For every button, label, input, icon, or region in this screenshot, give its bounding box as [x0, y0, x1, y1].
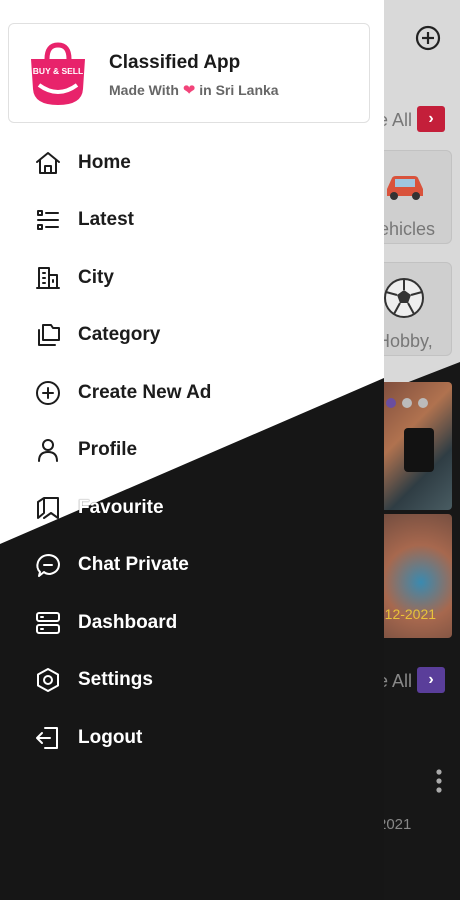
menu-item-label: Dashboard	[78, 612, 178, 633]
menu-item-category[interactable]: Category	[0, 311, 384, 359]
category-card-label: Hobby,	[377, 331, 433, 351]
menu-item-home[interactable]: Home	[0, 139, 384, 187]
menu-item-favourite[interactable]: Favourite	[0, 484, 384, 532]
app-logo: BUY & SELL	[31, 42, 85, 105]
menu-item-dashboard[interactable]: Dashboard	[0, 599, 384, 647]
more-vertical-icon[interactable]	[434, 768, 444, 794]
menu-item-city[interactable]: City	[0, 254, 384, 302]
list-icon	[34, 206, 62, 234]
menu-item-label: Favourite	[78, 497, 164, 518]
tagline-prefix: Made With	[109, 82, 179, 98]
menu-item-settings[interactable]: Settings	[0, 656, 384, 704]
ad-photo-blurred[interactable]: -12-2021	[374, 514, 452, 638]
settings-icon	[34, 666, 62, 694]
menu-item-label: Latest	[78, 209, 134, 230]
add-circle-icon	[34, 379, 62, 407]
app-name: Classified App	[109, 52, 241, 73]
logo-text: BUY & SELL	[33, 66, 83, 76]
drawer-header: BUY & SELL Classified App Made With ❤ in…	[8, 23, 370, 123]
ad-photo-charger[interactable]	[374, 382, 452, 510]
home-icon	[34, 149, 62, 177]
city-icon	[34, 264, 62, 292]
menu-item-chat-private[interactable]: Chat Private	[0, 541, 384, 589]
menu-item-profile[interactable]: Profile	[0, 426, 384, 474]
ad-date: -12-2021	[380, 606, 437, 622]
add-circle-icon[interactable]	[414, 24, 442, 52]
favourite-icon	[34, 494, 62, 522]
tagline-suffix: in Sri Lanka	[199, 82, 279, 98]
heart-icon: ❤	[182, 82, 196, 99]
chevron-right-icon[interactable]: ›	[417, 667, 445, 693]
menu-item-label: Create New Ad	[78, 382, 212, 403]
menu-item-label: Logout	[78, 727, 143, 748]
football-icon	[384, 278, 424, 318]
menu-item-label: Home	[78, 152, 131, 173]
car-icon	[387, 176, 423, 200]
menu-item-logout[interactable]: Logout	[0, 714, 384, 762]
tagline: Made With ❤ in Sri Lanka	[109, 81, 279, 99]
menu-item-create-new-ad[interactable]: Create New Ad	[0, 369, 384, 417]
profile-icon	[34, 436, 62, 464]
menu-item-label: Settings	[78, 669, 153, 690]
menu-item-label: Category	[78, 324, 161, 345]
dashboard-icon	[34, 609, 62, 637]
category-card-label: ehicles	[379, 219, 436, 239]
chat-icon	[34, 551, 62, 579]
menu-item-label: Chat Private	[78, 554, 189, 575]
menu-item-label: Profile	[78, 439, 138, 460]
navigation-drawer: BUY & SELL Classified App Made With ❤ in…	[0, 0, 384, 900]
logout-icon	[34, 724, 62, 752]
menu-item-label: City	[78, 267, 114, 288]
category-icon	[34, 321, 62, 349]
chevron-right-icon[interactable]: ›	[417, 106, 445, 132]
menu-item-latest[interactable]: Latest	[0, 196, 384, 244]
